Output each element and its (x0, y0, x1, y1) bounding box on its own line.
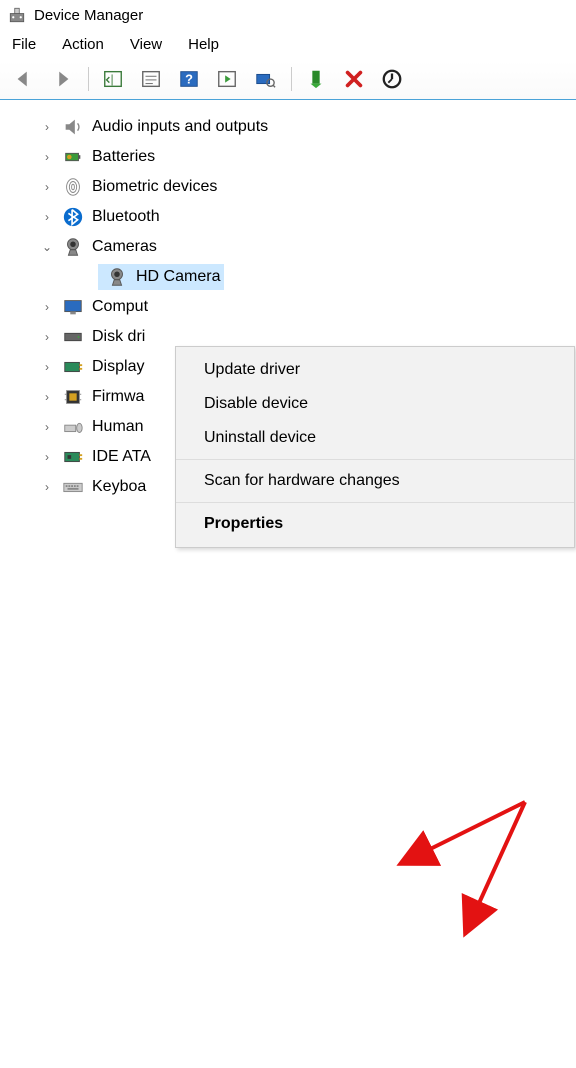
update-driver-button[interactable] (247, 65, 283, 93)
tree-item-label: Biometric devices (92, 178, 217, 196)
chevron-down-icon[interactable]: ⌄ (40, 240, 54, 254)
menu-uninstall-device[interactable]: Uninstall device (176, 421, 574, 455)
context-menu: Update driver Disable device Uninstall d… (175, 346, 575, 548)
chevron-right-icon[interactable]: › (40, 360, 54, 374)
menu-action[interactable]: Action (62, 36, 104, 53)
chip-icon (62, 386, 84, 408)
tree-item-label: Bluetooth (92, 208, 160, 226)
menubar: File Action View Help (0, 30, 576, 61)
tree-item-hd-camera[interactable]: HD Camera (0, 262, 576, 292)
camera-icon (62, 236, 84, 258)
help-button[interactable]: ? (171, 65, 207, 93)
tree-item-label: Batteries (92, 148, 155, 166)
tree-item-label: Firmwa (92, 388, 144, 406)
window-title: Device Manager (34, 7, 143, 24)
display-adapter-icon (62, 356, 84, 378)
tree-item-batteries[interactable]: › Batteries (0, 142, 576, 172)
forward-button[interactable] (44, 65, 80, 93)
chevron-right-icon[interactable]: › (40, 390, 54, 404)
chevron-right-icon[interactable]: › (40, 180, 54, 194)
tree-item-label: Disk dri (92, 328, 145, 346)
uninstall-button[interactable] (336, 65, 372, 93)
ide-controller-icon (62, 446, 84, 468)
tree-item-audio[interactable]: › Audio inputs and outputs (0, 112, 576, 142)
menu-scan-hardware[interactable]: Scan for hardware changes (176, 464, 574, 498)
fingerprint-icon (62, 176, 84, 198)
device-manager-icon (8, 6, 26, 24)
tree-item-bluetooth[interactable]: › Bluetooth (0, 202, 576, 232)
menu-properties[interactable]: Properties (176, 507, 574, 541)
chevron-right-icon[interactable]: › (40, 210, 54, 224)
toolbar-separator (291, 67, 292, 91)
toolbar-separator (88, 67, 89, 91)
keyboard-icon (62, 476, 84, 498)
menu-disable-device[interactable]: Disable device (176, 387, 574, 421)
chevron-right-icon[interactable]: › (40, 150, 54, 164)
bluetooth-icon (62, 206, 84, 228)
titlebar: Device Manager (0, 0, 576, 30)
monitor-icon (62, 296, 84, 318)
menu-divider (176, 502, 574, 503)
menu-divider (176, 459, 574, 460)
disable-button[interactable] (374, 65, 410, 93)
tree-item-label: Audio inputs and outputs (92, 118, 268, 136)
tree-item-label: Keyboa (92, 478, 146, 496)
tree-item-computer[interactable]: › Comput (0, 292, 576, 322)
disk-icon (62, 326, 84, 348)
battery-icon (62, 146, 84, 168)
show-hidden-button[interactable] (95, 65, 131, 93)
menu-update-driver[interactable]: Update driver (176, 353, 574, 387)
toolbar: ? (0, 61, 576, 100)
scan-button[interactable] (209, 65, 245, 93)
tree-item-biometric[interactable]: › Biometric devices (0, 172, 576, 202)
tree-item-label: Display (92, 358, 144, 376)
chevron-right-icon[interactable]: › (40, 480, 54, 494)
hid-icon (62, 416, 84, 438)
chevron-right-icon[interactable]: › (40, 120, 54, 134)
camera-icon (106, 266, 128, 288)
tree-item-label: IDE ATA (92, 448, 151, 466)
chevron-right-icon[interactable]: › (40, 450, 54, 464)
tree-item-label: Comput (92, 298, 148, 316)
menu-view[interactable]: View (130, 36, 162, 53)
annotation-arrows (0, 502, 576, 1068)
chevron-right-icon[interactable]: › (40, 300, 54, 314)
chevron-right-icon[interactable]: › (40, 420, 54, 434)
tree-item-label: Human (92, 418, 144, 436)
tree-item-label: Cameras (92, 238, 157, 256)
menu-file[interactable]: File (12, 36, 36, 53)
properties-button[interactable] (133, 65, 169, 93)
menu-help[interactable]: Help (188, 36, 219, 53)
tree-item-label: HD Camera (136, 268, 220, 286)
speaker-icon (62, 116, 84, 138)
chevron-right-icon[interactable]: › (40, 330, 54, 344)
svg-text:?: ? (185, 72, 193, 87)
back-button[interactable] (6, 65, 42, 93)
enable-button[interactable] (298, 65, 334, 93)
tree-item-cameras[interactable]: ⌄ Cameras (0, 232, 576, 262)
